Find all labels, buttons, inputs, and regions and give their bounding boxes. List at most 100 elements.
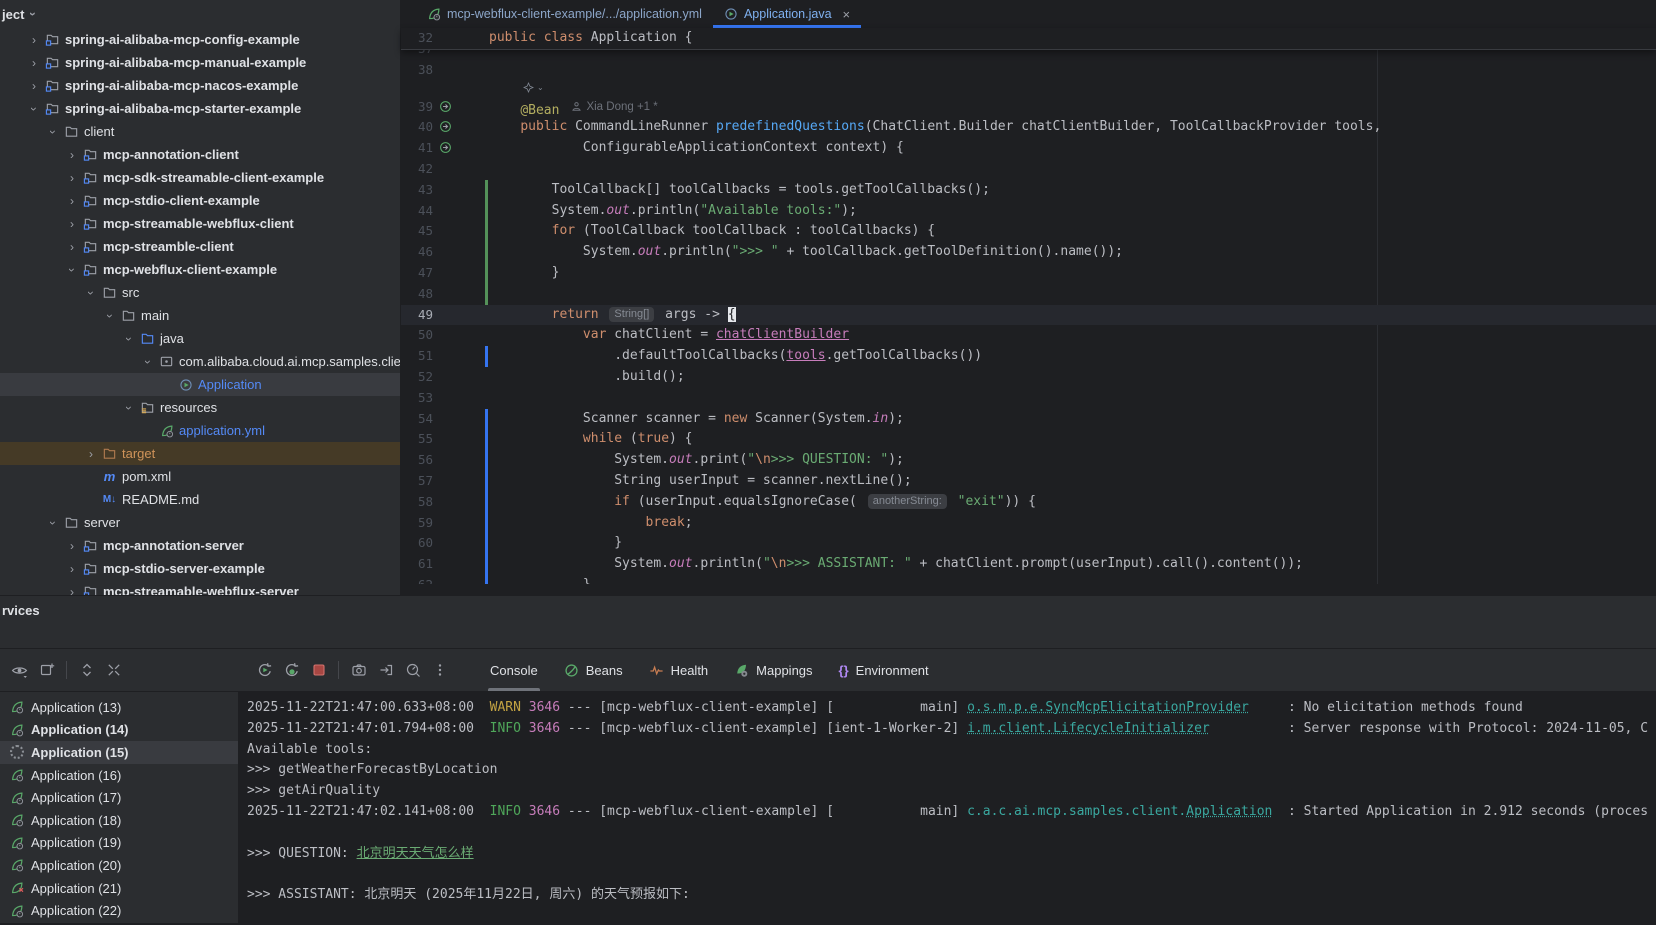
- code-line[interactable]: 49 return String[] args -> {: [401, 305, 1656, 326]
- eye-icon[interactable]: [6, 657, 33, 683]
- tab-health[interactable]: Health: [636, 649, 722, 691]
- service-item-application-16[interactable]: Application (16): [0, 764, 238, 787]
- code-line[interactable]: 44 System.out.println("Available tools:"…: [401, 201, 1656, 222]
- code-line[interactable]: 59 break;: [401, 513, 1656, 534]
- tree-item-main[interactable]: ›main: [0, 304, 400, 327]
- editor-tab-application-java[interactable]: Application.java×: [713, 0, 861, 28]
- chevron-right-icon[interactable]: ›: [63, 148, 81, 162]
- tree-item-target[interactable]: ›target: [0, 442, 400, 465]
- tree-item-mcp-annotation-client[interactable]: ›mcp-annotation-client: [0, 143, 400, 166]
- tree-item-mcp-annotation-server[interactable]: ›mcp-annotation-server: [0, 534, 400, 557]
- service-item-application-20[interactable]: Application (20): [0, 854, 238, 877]
- chevron-down-icon[interactable]: ›: [46, 514, 60, 532]
- spring-bean-gutter-icon[interactable]: [439, 120, 452, 133]
- code-line[interactable]: 61 System.out.println("\n>>> ASSISTANT: …: [401, 554, 1656, 575]
- tree-item-mcp-sdk-streamable-client-example[interactable]: ›mcp-sdk-streamable-client-example: [0, 166, 400, 189]
- tree-item-java[interactable]: ›java: [0, 327, 400, 350]
- author-code-vision-hint[interactable]: Xia Dong +1 *: [571, 97, 657, 118]
- tree-item-spring-ai-alibaba-mcp-starter-example[interactable]: ›spring-ai-alibaba-mcp-starter-example: [0, 97, 400, 120]
- tree-item-spring-ai-alibaba-mcp-manual-example[interactable]: ›spring-ai-alibaba-mcp-manual-example: [0, 51, 400, 74]
- service-item-application-13[interactable]: Application (13): [0, 696, 238, 719]
- code-line[interactable]: 42: [401, 159, 1656, 180]
- chevron-right-icon[interactable]: ›: [82, 447, 100, 461]
- tree-item-mcp-webflux-client-example[interactable]: ›mcp-webflux-client-example: [0, 258, 400, 281]
- chevron-down-icon[interactable]: ›: [122, 399, 136, 417]
- code-line[interactable]: 37: [401, 50, 1656, 60]
- stop-icon[interactable]: [305, 657, 332, 683]
- chevron-right-icon[interactable]: ›: [63, 585, 81, 596]
- tree-item-application[interactable]: Application: [0, 373, 400, 396]
- code-line[interactable]: 46 System.out.println(">>> " + toolCallb…: [401, 242, 1656, 263]
- code-line[interactable]: 38: [401, 60, 1656, 81]
- tree-item-mcp-streamable-webflux-server[interactable]: ›mcp-streamable-webflux-server: [0, 580, 400, 595]
- tree-item-readme-md[interactable]: M↓README.md: [0, 488, 400, 511]
- code-line[interactable]: 40 public CommandLineRunner predefinedQu…: [401, 117, 1656, 138]
- camera-icon[interactable]: [345, 657, 372, 683]
- tree-item-client[interactable]: ›client: [0, 120, 400, 143]
- tree-item-mcp-stdio-client-example[interactable]: ›mcp-stdio-client-example: [0, 189, 400, 212]
- code-line[interactable]: 45 for (ToolCallback toolCallback : tool…: [401, 221, 1656, 242]
- code-line[interactable]: 41 ConfigurableApplicationContext contex…: [401, 138, 1656, 159]
- chevron-right-icon[interactable]: ›: [63, 171, 81, 185]
- tree-item-pom-xml[interactable]: mpom.xml: [0, 465, 400, 488]
- chevron-down-icon[interactable]: ›: [65, 261, 79, 279]
- code-line[interactable]: 58 if (userInput.equalsIgnoreCase( anoth…: [401, 492, 1656, 513]
- code-line[interactable]: 48: [401, 284, 1656, 305]
- logger-link[interactable]: Application: [1186, 804, 1272, 819]
- chevron-right-icon[interactable]: ›: [25, 79, 43, 93]
- service-item-application-14[interactable]: Application (14): [0, 719, 238, 742]
- code-line[interactable]: 39 @BeanXia Dong +1 *: [401, 97, 1656, 118]
- chevron-down-icon[interactable]: ›: [84, 284, 98, 302]
- close-icon[interactable]: ×: [843, 7, 851, 22]
- gauge-icon[interactable]: [399, 657, 426, 683]
- code-area[interactable]: 3738⌄ 39 @BeanXia Dong +1 *40 public Comm…: [401, 50, 1656, 584]
- code-line[interactable]: 60 }: [401, 533, 1656, 554]
- tree-item-server[interactable]: ›server: [0, 511, 400, 534]
- tab-environment[interactable]: {}Environment: [826, 649, 942, 691]
- kebab-icon[interactable]: [426, 657, 453, 683]
- tree-item-spring-ai-alibaba-mcp-config-example[interactable]: ›spring-ai-alibaba-mcp-config-example: [0, 28, 400, 51]
- project-selector[interactable]: ject ›: [0, 0, 400, 28]
- ai-assistant-icon[interactable]: ⌄: [523, 82, 544, 93]
- chevron-down-icon[interactable]: ›: [122, 330, 136, 348]
- collapse-all-icon[interactable]: [100, 657, 127, 683]
- expand-all-icon[interactable]: [73, 657, 100, 683]
- code-line[interactable]: 50 var chatClient = chatClientBuilder: [401, 325, 1656, 346]
- exit-icon[interactable]: [372, 657, 399, 683]
- spring-bean-gutter-icon[interactable]: [439, 141, 452, 154]
- spring-bean-gutter-icon[interactable]: [439, 100, 452, 113]
- rerun-run-icon[interactable]: [278, 657, 305, 683]
- chevron-right-icon[interactable]: ›: [63, 217, 81, 231]
- tree-item-resources[interactable]: ›resources: [0, 396, 400, 419]
- code-line[interactable]: 51 .defaultToolCallbacks(tools.getToolCa…: [401, 346, 1656, 367]
- service-item-application-15[interactable]: Application (15): [0, 741, 238, 764]
- service-item-application-18[interactable]: Application (18): [0, 809, 238, 832]
- tree-item-mcp-streamble-client[interactable]: ›mcp-streamble-client: [0, 235, 400, 258]
- code-line[interactable]: 32public class Application {: [401, 28, 1656, 49]
- code-line[interactable]: 47 }: [401, 263, 1656, 284]
- new-tab-icon[interactable]: [33, 657, 60, 683]
- code-line[interactable]: 57 String userInput = scanner.nextLine()…: [401, 471, 1656, 492]
- chevron-down-icon[interactable]: ›: [103, 307, 117, 325]
- chevron-right-icon[interactable]: ›: [25, 56, 43, 70]
- console-output[interactable]: 2025-11-22T21:47:00.633+08:00 WARN 3646 …: [238, 692, 1656, 923]
- tree-item-com-alibaba-cloud-ai-mcp-samples-client[interactable]: ›com.alibaba.cloud.ai.mcp.samples.client: [0, 350, 400, 373]
- tree-item-mcp-stdio-server-example[interactable]: ›mcp-stdio-server-example: [0, 557, 400, 580]
- tab-beans[interactable]: Beans: [551, 649, 636, 691]
- chevron-right-icon[interactable]: ›: [63, 539, 81, 553]
- code-line[interactable]: 56 System.out.print("\n>>> QUESTION: ");: [401, 450, 1656, 471]
- chevron-down-icon[interactable]: ›: [27, 100, 41, 118]
- tree-item-mcp-streamable-webflux-client[interactable]: ›mcp-streamable-webflux-client: [0, 212, 400, 235]
- tree-item-spring-ai-alibaba-mcp-nacos-example[interactable]: ›spring-ai-alibaba-mcp-nacos-example: [0, 74, 400, 97]
- service-item-application-22[interactable]: Application (22): [0, 899, 238, 922]
- logger-link[interactable]: o.s.m.p.e.SyncMcpElicitationProvider: [967, 700, 1249, 715]
- sticky-header-line[interactable]: 32public class Application {: [401, 28, 1656, 50]
- chevron-right-icon[interactable]: ›: [63, 194, 81, 208]
- chevron-right-icon[interactable]: ›: [25, 33, 43, 47]
- code-line[interactable]: 62 }: [401, 575, 1656, 584]
- tree-item-application-yml[interactable]: application.yml: [0, 419, 400, 442]
- code-line[interactable]: 53: [401, 388, 1656, 409]
- code-line[interactable]: 43 ToolCallback[] toolCallbacks = tools.…: [401, 180, 1656, 201]
- chevron-right-icon[interactable]: ›: [63, 240, 81, 254]
- rerun-icon[interactable]: [251, 657, 278, 683]
